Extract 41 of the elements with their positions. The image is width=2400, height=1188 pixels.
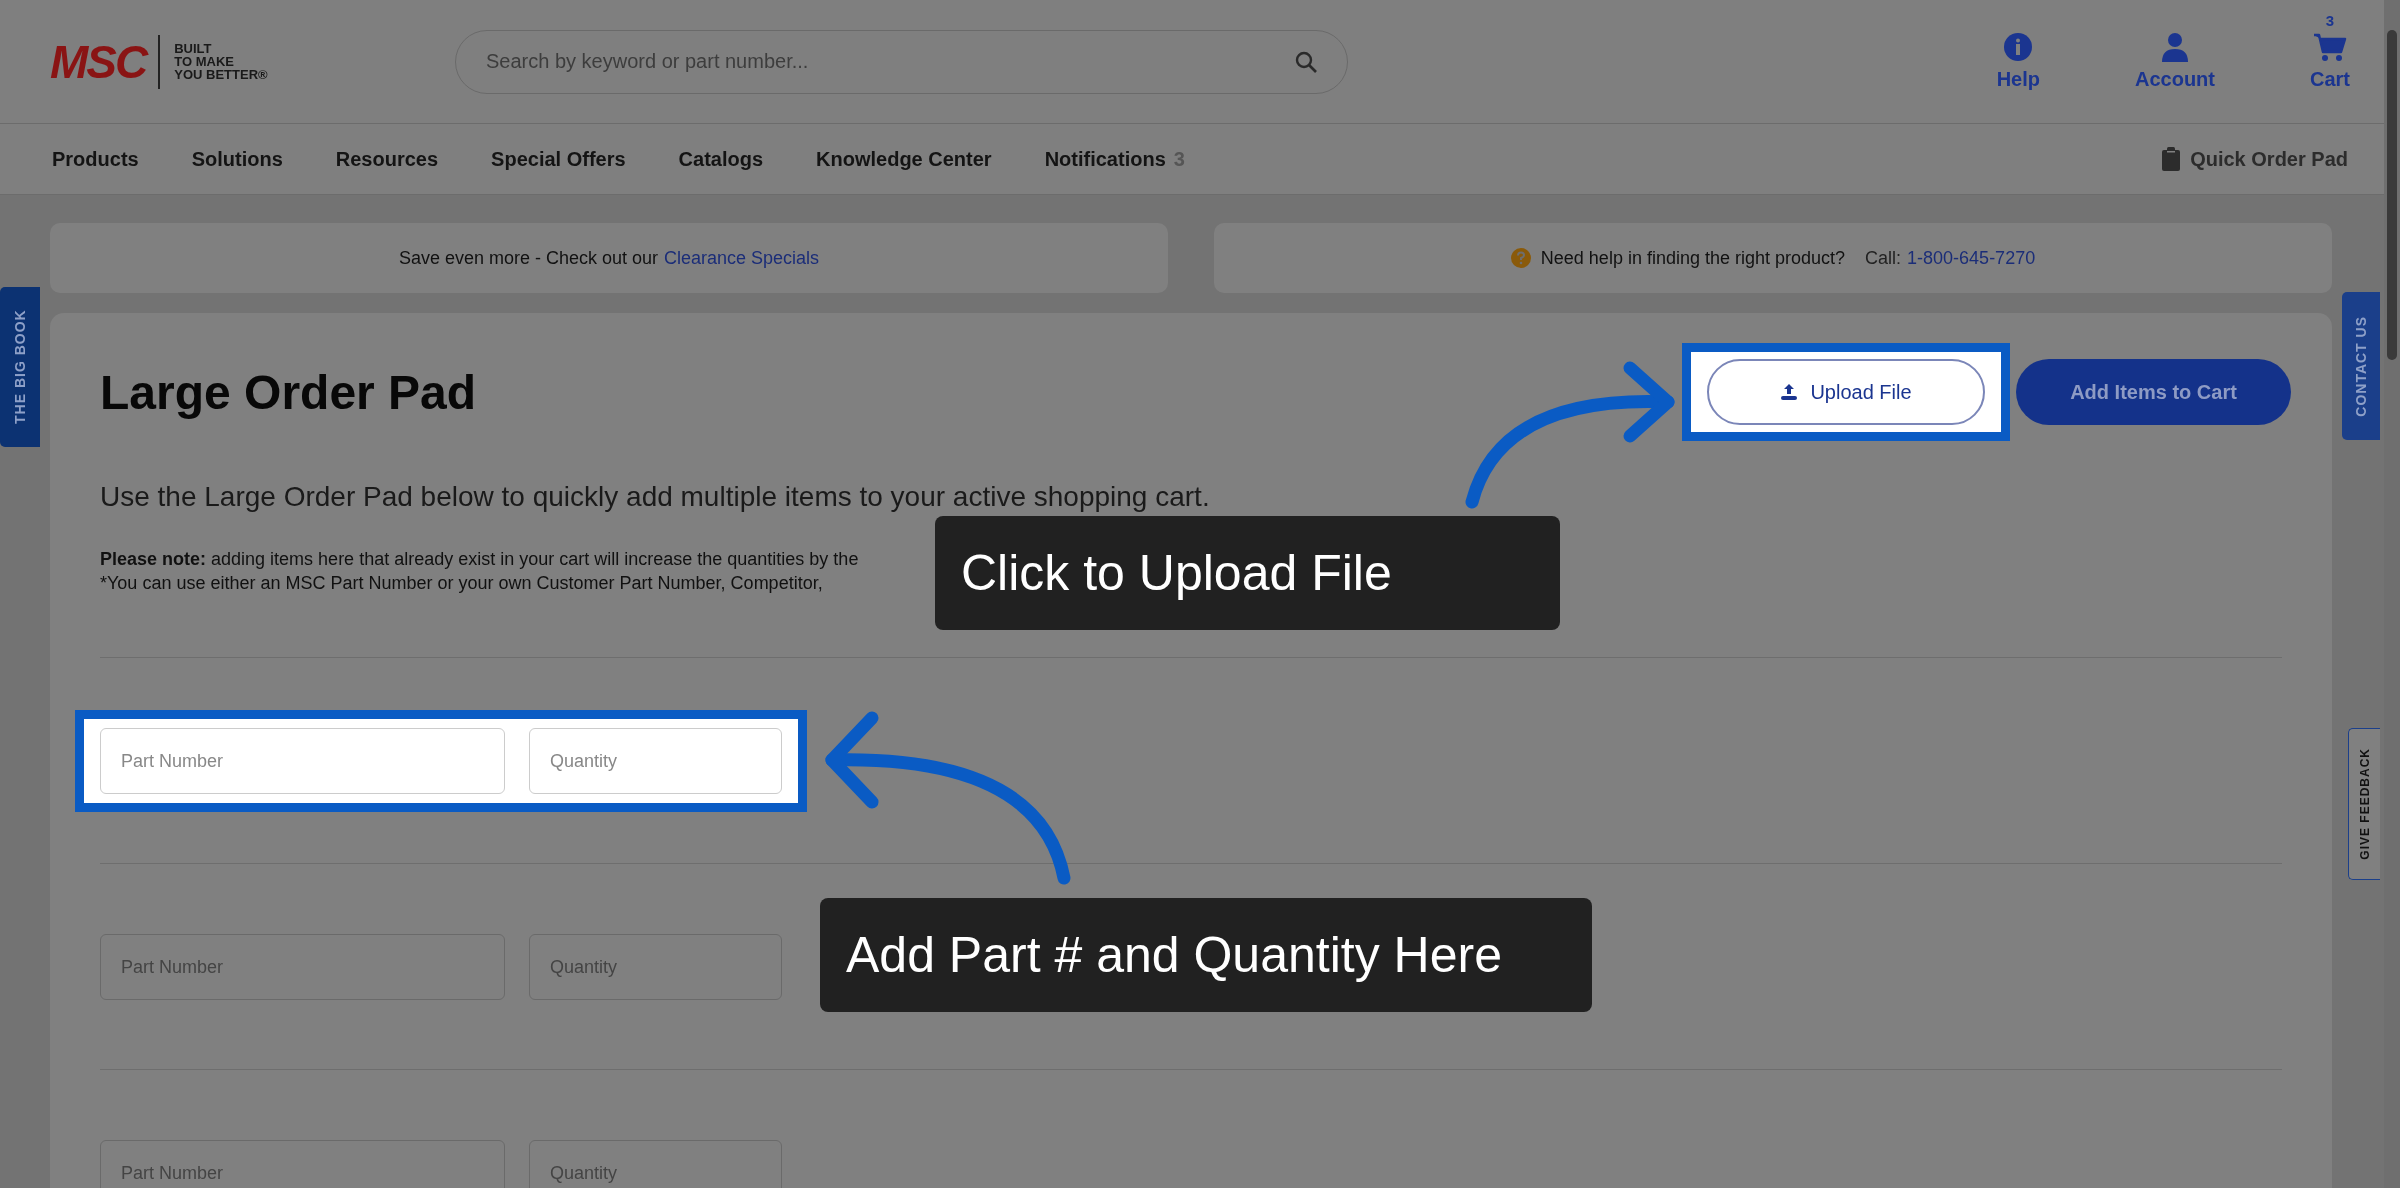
promo-text: Save even more - Check out our	[398, 247, 658, 269]
tooltip: Click to Upload File	[935, 516, 1560, 630]
big-book-tab[interactable]: THE BIG BOOK	[0, 287, 40, 447]
cart-icon	[2313, 32, 2347, 62]
intro-text: Use the Large Order Pad below to quickly add multiple items to your active shopping cart.	[100, 481, 1211, 513]
give-feedback-tab[interactable]: GIVE FEEDBACK	[2348, 728, 2380, 880]
part-number-field[interactable]: Part Number	[100, 1140, 505, 1188]
nav-link[interactable]: Solutions	[191, 147, 283, 171]
nav-link[interactable]: Knowledge Center	[816, 147, 992, 171]
upload-file-button[interactable]: Upload File	[1707, 359, 1985, 425]
note-text: Please note: adding items here that already exist in your cart will increase the quantities by the	[100, 548, 859, 571]
nav-link[interactable]: Products	[52, 147, 139, 171]
contact-us-tab[interactable]: CONTACT US	[2342, 292, 2380, 440]
logo[interactable]: MSC BUILT TO MAKE YOU BETTER®	[50, 34, 455, 89]
quantity-field[interactable]: Quantity	[529, 1140, 782, 1188]
page-title: Large Order Pad	[100, 364, 477, 420]
header-action[interactable]: Help	[1996, 32, 2040, 91]
quick-order-link[interactable]: Quick Order Pad	[2190, 147, 2348, 171]
user-icon	[2160, 32, 2190, 62]
phone-link[interactable]: 1-800-645-7270	[1907, 247, 2036, 269]
nav-link[interactable]: Catalogs	[678, 147, 764, 171]
question-icon	[1510, 248, 1531, 268]
nav-link[interactable]: Resources	[335, 147, 439, 171]
scrollbar[interactable]	[2384, 0, 2400, 1188]
part-number-field[interactable]: Part Number	[100, 934, 505, 1000]
tooltip: Add Part # and Quantity Here	[820, 898, 1592, 1012]
upload-icon	[1780, 383, 1799, 401]
search-field[interactable]: Search by keyword or part number...	[455, 29, 1348, 94]
info-icon	[2003, 32, 2034, 62]
call-label: Call:	[1865, 247, 1902, 269]
search-icon[interactable]	[1294, 49, 1318, 74]
quantity-field[interactable]: Quantity	[529, 934, 782, 1000]
cart-count: 3	[2325, 12, 2335, 29]
clipboard-icon[interactable]	[2162, 147, 2181, 171]
add-to-cart-button[interactable]: Add Items to Cart	[2016, 359, 2291, 425]
clearance-link[interactable]: Clearance Specials	[664, 247, 820, 269]
header-action[interactable]: Account	[2135, 32, 2215, 91]
note-text: *You can use either an MSC Part Number or your own Customer Part Number, Competitor,	[100, 572, 823, 595]
nav-link[interactable]: Special Offers	[491, 147, 626, 171]
help-text: Need help in finding the right product?	[1540, 247, 1846, 269]
nav-link[interactable]: Notifications	[1044, 147, 1166, 171]
